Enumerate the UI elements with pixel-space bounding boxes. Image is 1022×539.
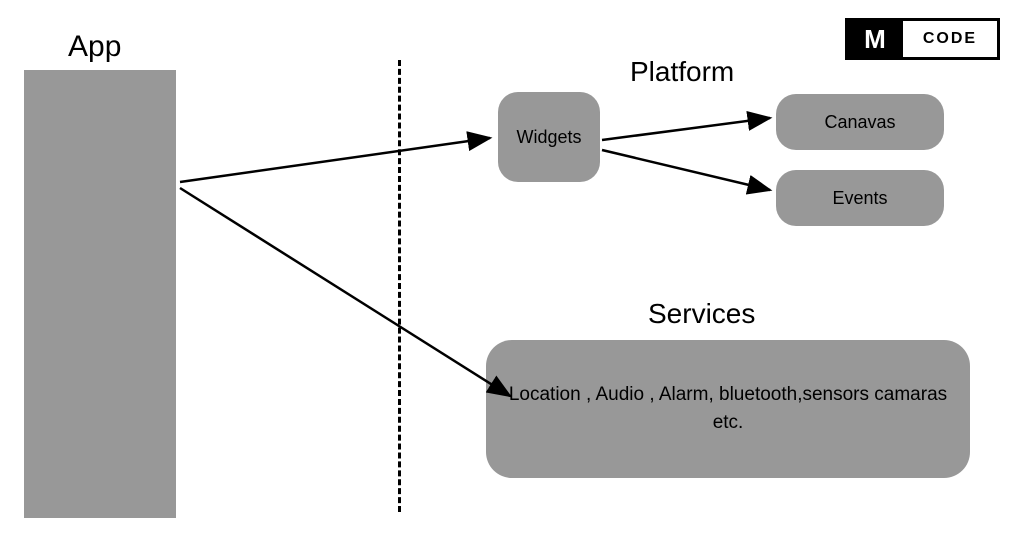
services-node: Location , Audio , Alarm, bluetooth,sens… — [486, 340, 970, 478]
events-node: Events — [776, 170, 944, 226]
logo-text: CODE — [903, 21, 997, 57]
canvas-text: Canavas — [824, 112, 895, 133]
widgets-text: Widgets — [516, 127, 581, 148]
logo-mark: M — [848, 21, 903, 57]
events-text: Events — [832, 188, 887, 209]
canvas-node: Canavas — [776, 94, 944, 150]
divider-line — [398, 60, 401, 512]
app-block — [24, 70, 176, 518]
widgets-node: Widgets — [498, 92, 600, 182]
services-heading: Services — [648, 298, 755, 330]
app-label: App — [68, 30, 121, 64]
logo-badge: M CODE — [845, 18, 1000, 60]
platform-heading: Platform — [630, 56, 734, 88]
services-text: Location , Audio , Alarm, bluetooth,sens… — [506, 381, 950, 438]
